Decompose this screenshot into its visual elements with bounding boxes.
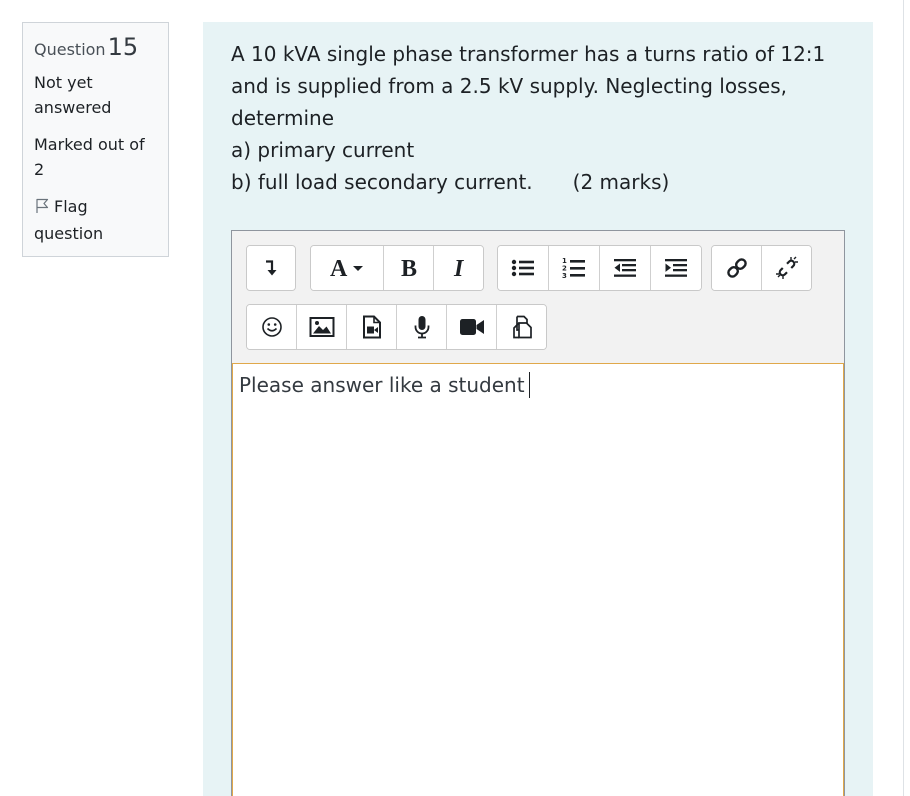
toolbar-group-links <box>711 245 812 291</box>
manage-files-button[interactable] <box>497 305 546 349</box>
question-number-value: 15 <box>107 33 139 61</box>
toolbar-group-collapse <box>246 245 296 291</box>
question-line: determine <box>231 106 335 130</box>
svg-text:B: B <box>401 256 417 280</box>
insert-image-button[interactable] <box>297 305 347 349</box>
italic-button[interactable]: I <box>434 246 483 290</box>
text-caret <box>528 372 530 398</box>
question-state: Not yet answered <box>34 73 112 117</box>
image-icon <box>309 316 335 338</box>
ordered-list-button[interactable]: 1 2 3 <box>549 246 600 290</box>
toolbar-group-media <box>246 304 547 350</box>
unordered-list-button[interactable] <box>498 246 549 290</box>
question-marks: (2 marks) <box>572 170 670 194</box>
question-line: b) full load secondary current. <box>231 170 533 194</box>
show-more-buttons-button[interactable] <box>247 246 295 290</box>
svg-text:I: I <box>453 256 465 280</box>
manage-files-icon <box>510 315 534 339</box>
indent-icon <box>664 258 688 278</box>
italic-icon: I <box>450 256 468 280</box>
record-audio-button[interactable] <box>397 305 447 349</box>
indent-button[interactable] <box>651 246 701 290</box>
answer-text-area[interactable]: Please answer like a student <box>232 363 844 796</box>
record-video-icon <box>459 317 485 337</box>
insert-media-button[interactable] <box>347 305 397 349</box>
question-line: A 10 kVA single phase transformer has a … <box>231 42 826 66</box>
toolbar-group-list: 1 2 3 <box>497 245 702 291</box>
link-button[interactable] <box>712 246 762 290</box>
answer-text: Please answer like a student <box>239 373 525 397</box>
question-number: Question15 <box>34 33 158 64</box>
emoji-button[interactable] <box>247 305 297 349</box>
svg-text:A: A <box>330 256 348 280</box>
editor-toolbar: A B I 1 2 3 <box>232 231 844 364</box>
outdent-icon <box>613 258 637 278</box>
question-line-last: b) full load secondary current. (2 marks) <box>231 166 851 198</box>
unlink-icon <box>775 256 799 280</box>
question-line: a) primary current <box>231 138 415 162</box>
question-content: A 10 kVA single phase transformer has a … <box>203 22 873 796</box>
question-text: A 10 kVA single phase transformer has a … <box>231 38 851 198</box>
question-grade: Marked out of 2 <box>34 135 145 179</box>
emoji-icon <box>261 316 283 338</box>
question-line: and is supplied from a 2.5 kV supply. Ne… <box>231 74 787 98</box>
media-icon <box>361 315 383 339</box>
bold-icon: B <box>398 256 420 280</box>
bullet-list-icon <box>511 258 535 278</box>
font-color-icon: A <box>327 256 367 280</box>
toggle-toolbar-icon <box>264 259 278 277</box>
flag-icon <box>34 196 50 221</box>
page-right-edge <box>903 0 904 796</box>
font-color-button[interactable]: A <box>311 246 384 290</box>
numbered-list-icon: 1 2 3 <box>562 257 586 279</box>
outdent-button[interactable] <box>600 246 651 290</box>
link-icon <box>725 256 749 280</box>
question-info: Question15 Not yet answered Marked out o… <box>22 22 169 257</box>
record-audio-icon <box>413 315 431 339</box>
svg-text:3: 3 <box>562 272 567 279</box>
unlink-button[interactable] <box>762 246 811 290</box>
question-page: Question15 Not yet answered Marked out o… <box>0 0 910 796</box>
answer-editor: A B I 1 2 3 Please answer like a student <box>231 230 845 796</box>
question-label: Question <box>34 40 106 59</box>
toolbar-group-style: A B I <box>310 245 484 291</box>
bold-button[interactable]: B <box>384 246 434 290</box>
flag-question-link[interactable]: Flag question <box>34 194 158 246</box>
record-video-button[interactable] <box>447 305 497 349</box>
